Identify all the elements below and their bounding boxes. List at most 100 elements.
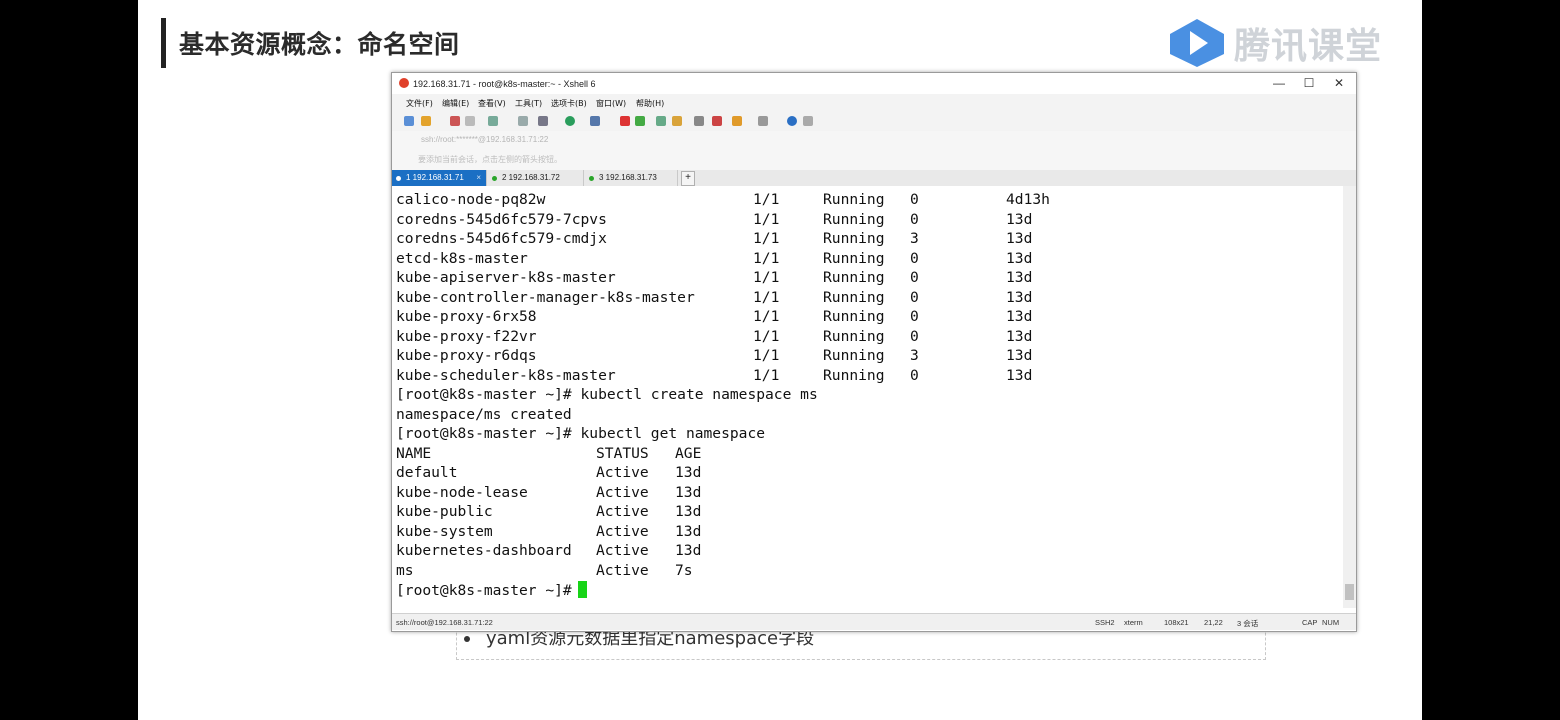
header-name: NAME [396, 444, 432, 462]
maximize-button[interactable]: ☐ [1294, 75, 1324, 91]
pod-name: kube-proxy-r6dqs [396, 347, 537, 364]
pod-name: coredns-545d6fc579-7cpvs [396, 210, 607, 228]
status-num: NUM [1322, 618, 1340, 627]
tab-label: 1 192.168.31.71 [406, 173, 464, 182]
options-icon[interactable] [758, 116, 768, 126]
tab-session-3[interactable]: 3 192.168.31.73 [585, 170, 678, 186]
chat-icon[interactable] [803, 116, 813, 126]
tab-label: 3 192.168.31.73 [599, 173, 657, 182]
pod-status: Running [823, 347, 885, 364]
open-folder-icon[interactable] [421, 116, 431, 126]
pod-name: kube-proxy-f22vr [396, 327, 537, 345]
pod-name: etcd-k8s-master [396, 249, 528, 267]
help-icon[interactable] [787, 116, 797, 126]
reconnect-icon[interactable] [465, 116, 475, 126]
tab-status-dot-icon [396, 176, 401, 181]
tab-session-1[interactable]: 1 192.168.31.71 × [392, 170, 487, 186]
pod-name: kube-proxy-6rx58 [396, 308, 537, 325]
pod-age: 13d [1006, 249, 1033, 267]
disconnect-icon[interactable] [450, 116, 460, 126]
pod-restarts: 0 [910, 327, 919, 345]
namespace-age: 13d [675, 464, 702, 481]
address-text[interactable]: ssh://root:*******@192.168.31.71:22 [421, 135, 548, 144]
namespace-age: 13d [675, 503, 702, 520]
hint-text: 要添加当前会话，点击左侧的箭头按钮。 [418, 155, 562, 164]
pod-age: 13d [1006, 210, 1033, 228]
logo-text: 腾讯课堂 [1234, 26, 1383, 67]
menu-window[interactable]: 窗口(W) [596, 98, 626, 109]
output-text: namespace/ms created [396, 405, 572, 423]
menu-help[interactable]: 帮助(H) [636, 98, 664, 109]
namespace-age: 13d [675, 483, 702, 501]
globe-icon[interactable] [565, 116, 575, 126]
pod-age: 13d [1006, 308, 1033, 325]
pod-ready: 1/1 [753, 249, 780, 267]
pod-restarts: 0 [910, 366, 919, 384]
pod-status: Running [823, 366, 885, 384]
namespace-status: Active [596, 522, 649, 540]
terminal-cursor [577, 581, 587, 598]
pod-restarts: 0 [910, 210, 919, 228]
xagent-icon[interactable] [635, 116, 645, 126]
title-accent-bar [161, 18, 166, 68]
tencent-classroom-logo: 腾讯课堂 [1168, 16, 1382, 70]
status-protocol: SSH2 [1095, 618, 1115, 627]
pod-age: 13d [1006, 366, 1033, 384]
pod-age: 13d [1006, 230, 1033, 247]
pod-ready: 1/1 [753, 308, 780, 325]
pod-name: coredns-545d6fc579-cmdjx [396, 230, 607, 247]
menu-tools[interactable]: 工具(T) [515, 98, 542, 109]
menu-file[interactable]: 文件(F) [406, 98, 433, 109]
pod-ready: 1/1 [753, 366, 780, 384]
pod-age: 13d [1006, 288, 1033, 306]
bullet-dot-icon [464, 636, 470, 642]
new-session-icon[interactable] [404, 116, 414, 126]
slide-title: 基本资源概念：命名空间 [179, 30, 460, 59]
xshell-window: 192.168.31.71 - root@k8s-master:~ - Xshe… [391, 72, 1357, 632]
status-cursor-pos: 21,22 [1204, 618, 1223, 627]
namespace-status: Active [596, 503, 649, 520]
namespace-name: kubernetes-dashboard [396, 542, 572, 559]
pod-restarts: 3 [910, 230, 919, 247]
pod-status: Running [823, 249, 885, 267]
pod-status: Running [823, 210, 885, 228]
status-cap: CAP [1302, 618, 1318, 627]
keyboard-icon[interactable] [694, 116, 704, 126]
pod-ready: 1/1 [753, 269, 780, 286]
namespace-status: Active [596, 483, 649, 501]
namespace-name: kube-system [396, 522, 493, 540]
add-tab-button[interactable]: + [681, 171, 695, 186]
menu-edit[interactable]: 编辑(E) [442, 98, 469, 109]
header-age: AGE [675, 444, 702, 462]
tab-session-2[interactable]: 2 192.168.31.72 [488, 170, 584, 186]
terminal-area[interactable]: calico-node-pq82w 1/1 Running 0 4d13h coredns… [392, 186, 1343, 608]
xftp-icon[interactable] [620, 116, 630, 126]
copy-icon[interactable] [488, 116, 498, 126]
pod-ready: 1/1 [753, 347, 780, 364]
address-bar[interactable]: ssh://root:*******@192.168.31.71:22 [392, 131, 1356, 148]
menu-view[interactable]: 查看(V) [478, 98, 506, 109]
print-icon[interactable] [538, 116, 548, 126]
namespace-name: default [396, 464, 458, 481]
lock-icon[interactable] [672, 116, 682, 126]
script-icon[interactable] [712, 116, 722, 126]
pod-name: calico-node-pq82w [396, 191, 546, 208]
tab-close-icon[interactable]: × [476, 170, 481, 186]
minimize-button[interactable]: — [1264, 75, 1294, 91]
menu-tabs[interactable]: 选项卡(B) [551, 98, 587, 109]
tab-status-dot-icon [589, 176, 594, 181]
fullscreen-icon[interactable] [656, 116, 666, 126]
font-icon[interactable] [590, 116, 600, 126]
close-button[interactable]: ✕ [1324, 75, 1354, 91]
layout-icon[interactable] [732, 116, 742, 126]
search-icon[interactable] [518, 116, 528, 126]
pod-status: Running [823, 269, 885, 286]
scrollbar-thumb[interactable] [1345, 584, 1354, 600]
namespace-name: kube-node-lease [396, 483, 528, 501]
pod-ready: 1/1 [753, 327, 780, 345]
namespace-status: Active [596, 542, 649, 559]
pod-age: 13d [1006, 327, 1033, 345]
pod-restarts: 0 [910, 288, 919, 306]
terminal-scrollbar[interactable] [1343, 186, 1356, 608]
pod-ready: 1/1 [753, 210, 780, 228]
